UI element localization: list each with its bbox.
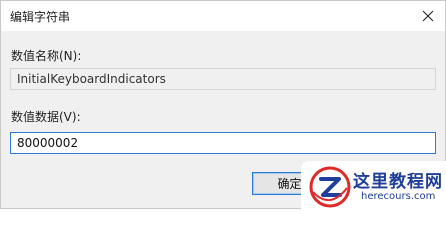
value-data-label: 数值数据(V): bbox=[11, 110, 81, 124]
watermark-title: 这里教程网 bbox=[353, 172, 443, 192]
value-name-label: 数值名称(N): bbox=[11, 49, 82, 63]
watermark-url: herecours.com bbox=[361, 191, 436, 202]
close-button[interactable] bbox=[413, 1, 443, 31]
z-logo-icon bbox=[309, 166, 351, 208]
edit-string-dialog: 编辑字符串 数值名称(N): InitialKeyboardIndicators… bbox=[0, 0, 446, 210]
title-bar[interactable]: 编辑字符串 bbox=[1, 1, 445, 31]
value-data-input[interactable]: 80000002 bbox=[10, 132, 436, 154]
dialog-title: 编辑字符串 bbox=[10, 10, 71, 24]
site-watermark: 这里教程网 herecours.com bbox=[301, 161, 446, 210]
close-icon bbox=[422, 10, 434, 22]
value-name-field: InitialKeyboardIndicators bbox=[10, 68, 436, 90]
